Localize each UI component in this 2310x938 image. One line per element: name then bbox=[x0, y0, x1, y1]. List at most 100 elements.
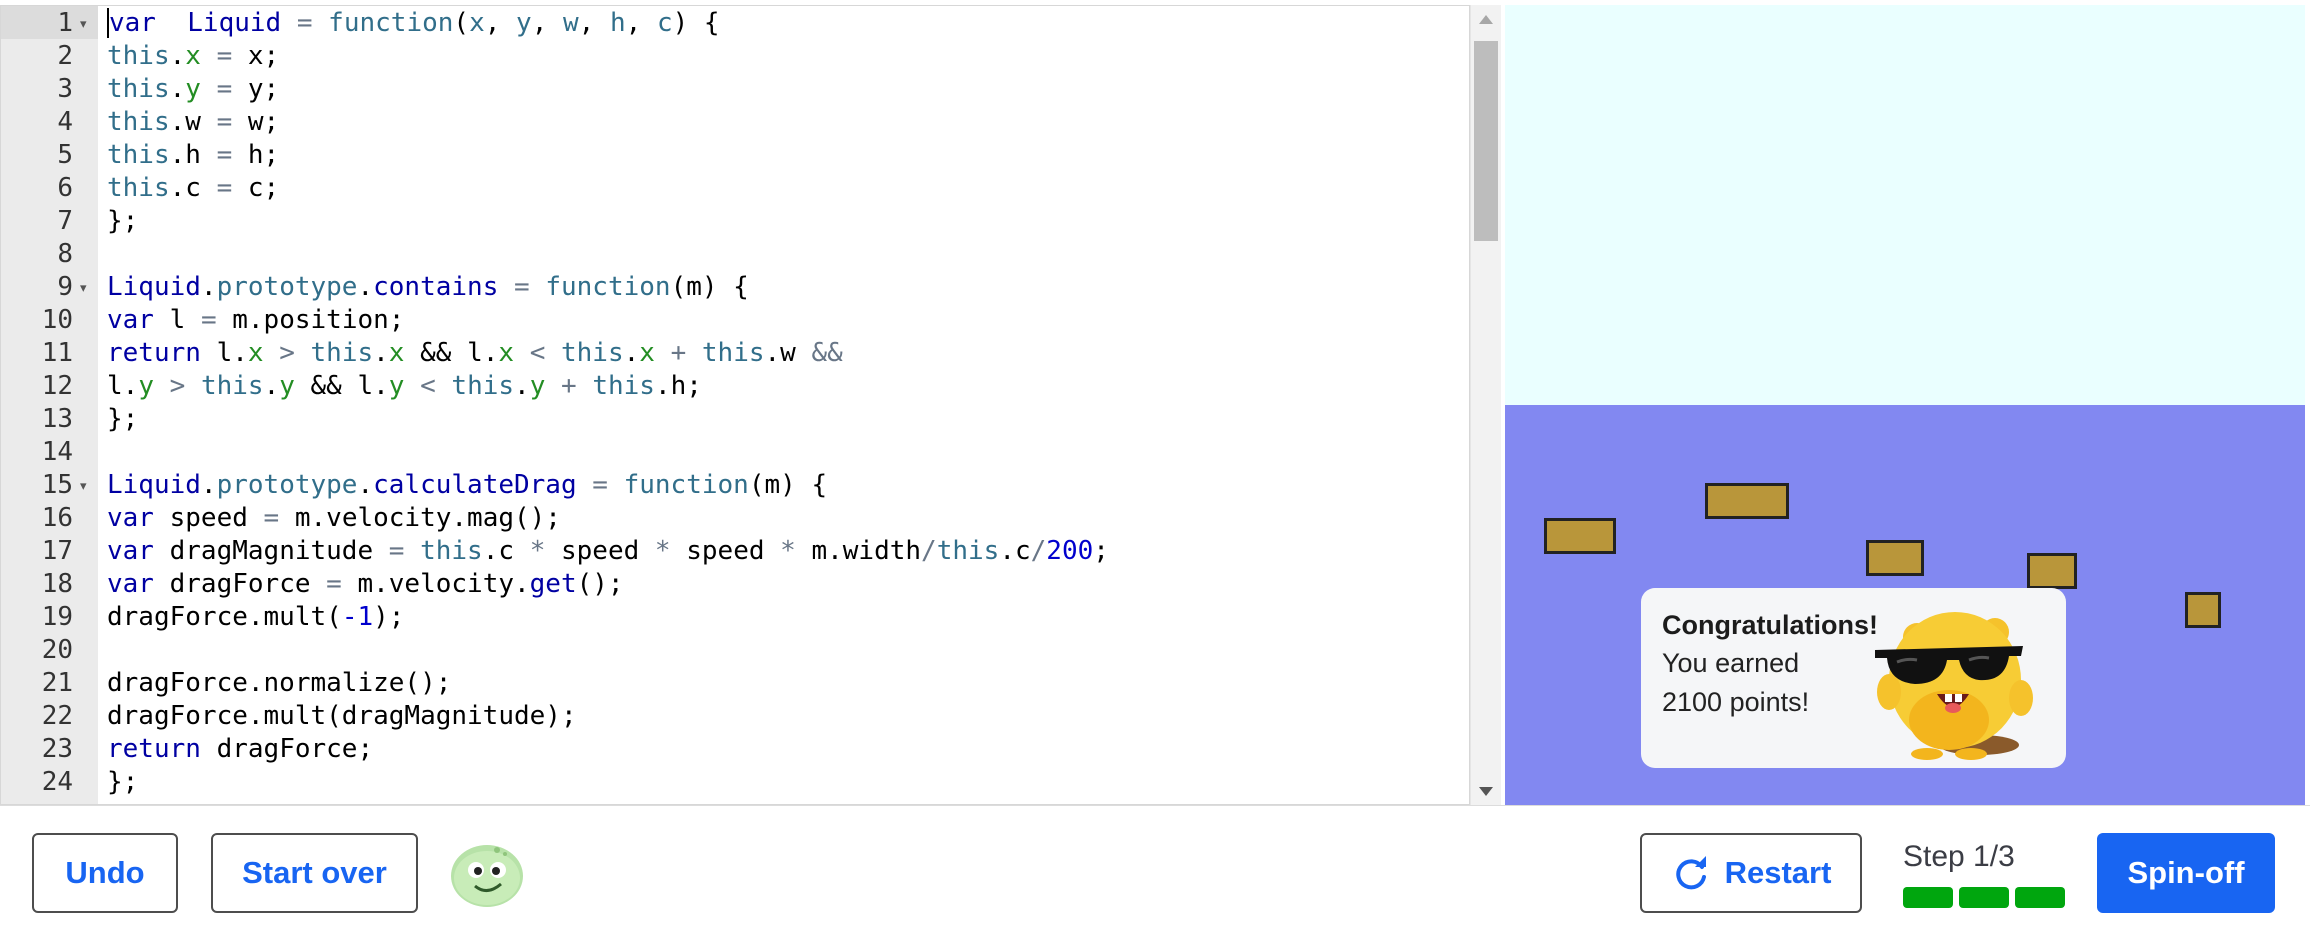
code-line[interactable]: l.y > this.y && l.y < this.y + this.h; bbox=[107, 371, 702, 401]
code-token: (m) { bbox=[670, 272, 749, 302]
code-token: ); bbox=[373, 602, 405, 632]
spin-off-button[interactable]: Spin-off bbox=[2097, 833, 2275, 913]
code-token: var bbox=[107, 503, 154, 533]
code-token: m.width bbox=[795, 536, 922, 566]
code-token: calculateDrag bbox=[373, 470, 577, 500]
code-line[interactable]: dragForce.normalize(); bbox=[107, 668, 451, 698]
mover-block bbox=[1544, 518, 1616, 554]
code-token: , bbox=[531, 8, 563, 38]
code-line[interactable]: }; bbox=[107, 206, 138, 236]
code-token: (m) { bbox=[748, 470, 828, 500]
code-line[interactable]: this.w = w; bbox=[107, 107, 279, 137]
code-line[interactable]: var l = m.position; bbox=[107, 305, 404, 335]
code-token: .c bbox=[482, 536, 530, 566]
code-line[interactable]: this.x = x; bbox=[107, 41, 279, 71]
code-line[interactable]: var Liquid = function(x, y, w, h, c) { bbox=[107, 8, 720, 38]
line-number: 5 bbox=[57, 140, 73, 170]
code-token: var bbox=[107, 8, 156, 38]
line-number: 20 bbox=[41, 635, 73, 665]
code-token: + bbox=[561, 371, 577, 401]
line-number: 23 bbox=[41, 734, 73, 764]
code-line[interactable]: return dragForce; bbox=[107, 734, 373, 764]
line-number: 15 bbox=[41, 470, 73, 500]
code-token: dragMagnitude bbox=[153, 536, 389, 566]
code-token: dragForce; bbox=[200, 734, 374, 764]
fold-arrow-icon[interactable]: ▾ bbox=[80, 478, 87, 494]
sunglasses-mascot-icon bbox=[1875, 612, 2033, 760]
code-token: this bbox=[592, 371, 655, 401]
code-token: . bbox=[357, 470, 374, 500]
code-token: prototype bbox=[216, 470, 358, 500]
code-token: = bbox=[216, 173, 233, 203]
code-token: + bbox=[670, 338, 687, 368]
output-canvas[interactable]: Congratulations! You earned 2100 points! bbox=[1505, 5, 2305, 805]
line-number: 4 bbox=[57, 107, 73, 137]
code-token: dragForce.mult(dragMagnitude); bbox=[107, 701, 577, 731]
code-line[interactable]: Liquid.prototype.calculateDrag = functio… bbox=[107, 470, 827, 500]
code-token: x bbox=[185, 41, 201, 71]
line-number: 13 bbox=[41, 404, 73, 434]
code-line[interactable]: dragForce.mult(-1); bbox=[107, 602, 404, 632]
code-token: y bbox=[516, 8, 532, 38]
fold-arrow-icon[interactable]: ▾ bbox=[80, 280, 87, 296]
line-number: 17 bbox=[41, 536, 73, 566]
line-number: 21 bbox=[41, 668, 73, 698]
restart-button[interactable]: Restart bbox=[1640, 833, 1862, 913]
code-token: l. bbox=[107, 371, 139, 401]
line-number: 18 bbox=[41, 569, 73, 599]
code-token: > bbox=[169, 371, 186, 401]
code-token: x; bbox=[232, 41, 280, 71]
code-line[interactable]: return l.x > this.x && l.x < this.x + th… bbox=[107, 338, 843, 368]
code-line[interactable]: var speed = m.velocity.mag(); bbox=[107, 503, 561, 533]
fold-arrow-icon[interactable]: ▾ bbox=[80, 16, 87, 32]
undo-button[interactable]: Undo bbox=[32, 833, 178, 913]
start-over-button[interactable]: Start over bbox=[211, 833, 418, 913]
avatar-icon[interactable] bbox=[449, 840, 525, 908]
code-token: && l. bbox=[404, 338, 499, 368]
line-number: 3 bbox=[57, 74, 73, 104]
scroll-down-arrow-icon[interactable] bbox=[1479, 787, 1493, 796]
code-token: = bbox=[200, 305, 217, 335]
code-token: h; bbox=[232, 140, 280, 170]
code-token: }; bbox=[107, 404, 139, 434]
code-token: this bbox=[107, 74, 170, 104]
code-line[interactable]: this.y = y; bbox=[107, 74, 279, 104]
code-line[interactable]: var dragMagnitude = this.c * speed * spe… bbox=[107, 536, 1109, 566]
code-token: / bbox=[1030, 536, 1047, 566]
congrats-line-1: You earned bbox=[1662, 648, 1800, 678]
code-token: .w bbox=[764, 338, 812, 368]
code-token: speed bbox=[670, 536, 781, 566]
code-token: speed bbox=[545, 536, 655, 566]
code-editor[interactable]: 1 ▾ 2 3 4 5 6 7 8 9 ▾ 10 11 12 13 14 15 ▾ 16 17 18 19 20 21 22 23… bbox=[0, 5, 1470, 805]
scroll-up-arrow-icon[interactable] bbox=[1479, 15, 1493, 24]
line-number: 24 bbox=[41, 767, 73, 797]
code-token: = bbox=[296, 8, 313, 38]
code-token: x bbox=[639, 338, 655, 368]
scrollbar-thumb[interactable] bbox=[1474, 41, 1498, 241]
code-line[interactable]: var dragForce = m.velocity.get(); bbox=[107, 569, 624, 599]
code-line[interactable]: dragForce.mult(dragMagnitude); bbox=[107, 701, 577, 731]
code-line[interactable]: this.c = c; bbox=[107, 173, 279, 203]
step-indicator: Step 1/3 bbox=[1903, 840, 2015, 873]
code-line[interactable]: this.h = h; bbox=[107, 140, 279, 170]
editor-scrollbar[interactable] bbox=[1470, 5, 1501, 805]
code-line[interactable]: }; bbox=[107, 767, 138, 797]
code-token: contains bbox=[373, 272, 499, 302]
progress-segment bbox=[1959, 887, 2009, 908]
line-number: 9 bbox=[57, 272, 73, 302]
code-line[interactable]: Liquid.prototype.contains = function(m) … bbox=[107, 272, 749, 302]
code-token: speed bbox=[153, 503, 264, 533]
code-token: this bbox=[451, 371, 515, 401]
code-token: 200 bbox=[1046, 536, 1094, 566]
code-token: return bbox=[107, 338, 201, 368]
line-number: 11 bbox=[41, 338, 73, 368]
code-token: this bbox=[107, 41, 170, 71]
code-line[interactable]: }; bbox=[107, 404, 138, 434]
code-token: = bbox=[263, 503, 280, 533]
